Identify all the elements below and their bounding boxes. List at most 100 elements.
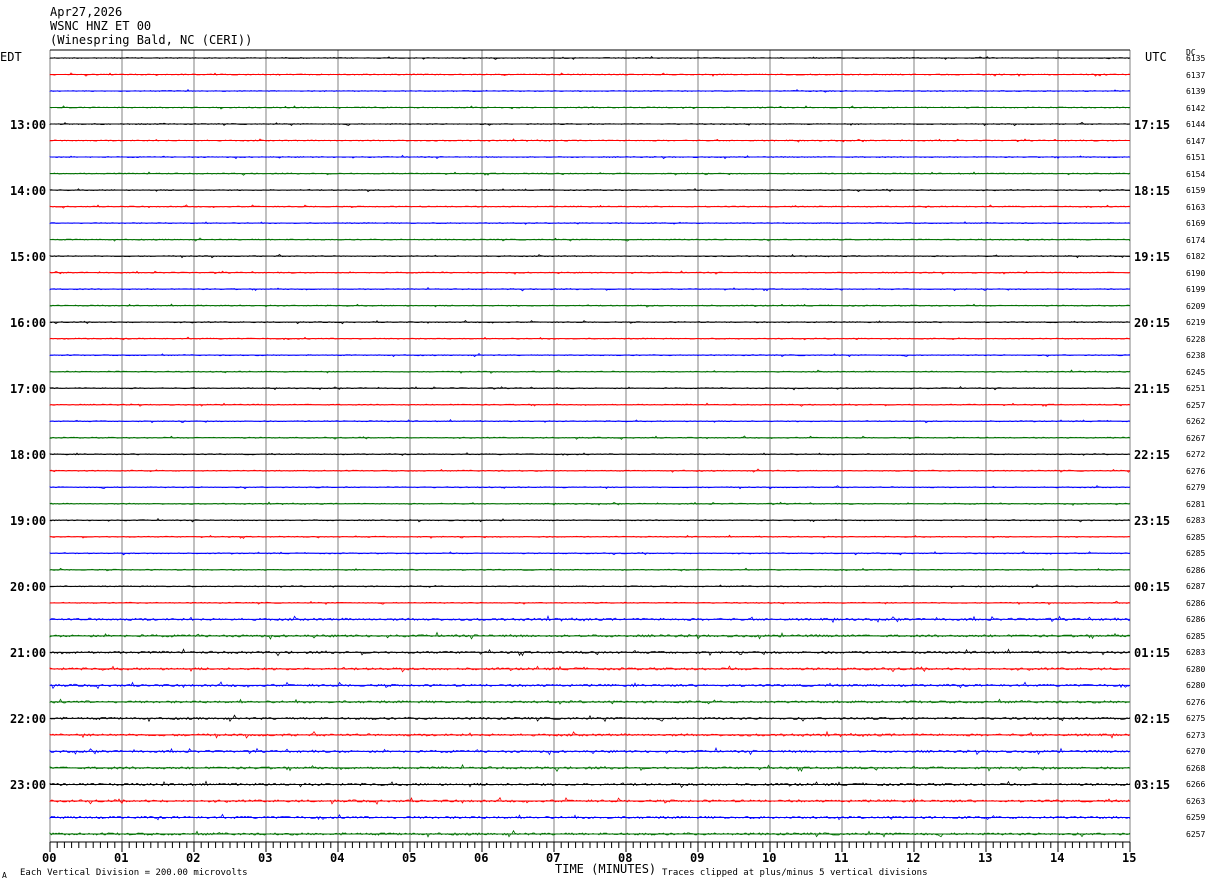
dc-offset-label: 6245: [1186, 367, 1206, 377]
edt-time-label: 17:00: [10, 382, 47, 397]
edt-time-label: 15:00: [10, 250, 47, 265]
edt-time-label: 14:00: [10, 184, 47, 199]
dc-offset-label: 6257: [1186, 400, 1206, 410]
dc-offset-label: 6142: [1186, 103, 1206, 113]
x-tick-label: 06: [474, 851, 489, 865]
seismic-trace: [49, 419, 1131, 424]
dc-offset-label: 6286: [1186, 615, 1206, 625]
x-tick-label: 13: [978, 851, 993, 865]
seismic-trace: [49, 468, 1131, 473]
utc-time-label: 21:15: [1134, 382, 1171, 397]
utc-time-label: 00:15: [1134, 580, 1171, 595]
seismic-trace: [49, 665, 1131, 673]
dc-offset-label: 6182: [1186, 252, 1206, 262]
dc-offset-label: 6268: [1186, 763, 1206, 773]
edt-time-label: 13:00: [10, 118, 47, 133]
dc-offset-label: 6267: [1186, 433, 1206, 443]
edt-time-label: 21:00: [10, 646, 47, 661]
dc-offset-label: 6174: [1186, 235, 1206, 245]
x-tick-label: 11: [834, 851, 849, 865]
seismic-trace: [49, 435, 1131, 440]
utc-time-label: 22:15: [1134, 448, 1171, 463]
helicorder-plot: [49, 49, 1131, 852]
dc-offset-label: 6275: [1186, 714, 1206, 724]
x-tick-label: 00: [42, 851, 57, 865]
seismic-trace: [49, 72, 1130, 77]
dc-offset-label: 6280: [1186, 681, 1206, 691]
edt-time-label: 22:00: [10, 712, 47, 727]
x-tick-label: 05: [402, 851, 417, 865]
dc-offset-label: 6159: [1186, 186, 1206, 196]
x-tick-label: 15: [1122, 851, 1137, 865]
dc-offset-label: 6283: [1186, 648, 1206, 658]
dc-offset-label: 6285: [1186, 631, 1206, 641]
x-tick-label: 01: [114, 851, 129, 865]
utc-time-label: 18:15: [1134, 184, 1171, 199]
dc-offset-label: 6276: [1186, 466, 1206, 476]
dc-offset-label: 6251: [1186, 384, 1206, 394]
dc-offset-label: 6147: [1186, 136, 1206, 146]
dc-offset-label: 6285: [1186, 549, 1206, 559]
edt-time-label: 18:00: [10, 448, 47, 463]
dc-offset-label: 6279: [1186, 483, 1206, 493]
utc-time-label: 17:15: [1134, 118, 1171, 133]
x-tick-label: 09: [690, 851, 705, 865]
dc-offset-label: 6263: [1186, 796, 1206, 806]
seismic-trace: [49, 631, 1131, 640]
seismic-trace: [49, 138, 1131, 143]
dc-offset-label: 6276: [1186, 697, 1206, 707]
dc-offset-label: 6287: [1186, 582, 1206, 592]
dc-offset-label: 6280: [1186, 664, 1206, 674]
x-tick-label: 02: [186, 851, 201, 865]
dc-offset-label: 6139: [1186, 87, 1206, 97]
utc-time-label: 01:15: [1134, 646, 1171, 661]
seismic-trace: [49, 154, 1131, 160]
dc-offset-label: 6281: [1186, 499, 1206, 509]
seismic-trace: [49, 237, 1131, 242]
seismic-trace: [49, 286, 1131, 292]
seismic-trace: [49, 534, 1131, 539]
dc-offset-label: 6190: [1186, 268, 1206, 278]
dc-offset-label: 6272: [1186, 450, 1206, 460]
seismic-trace: [49, 303, 1131, 308]
dc-offset-label: 6209: [1186, 301, 1206, 311]
dc-offset-label: 6154: [1186, 169, 1206, 179]
dc-offset-label: 6163: [1186, 202, 1206, 212]
edt-time-label: 16:00: [10, 316, 47, 331]
dc-offset-label: 6273: [1186, 730, 1206, 740]
dc-offset-label: 6257: [1186, 829, 1206, 839]
corner-mark: A: [2, 871, 7, 880]
scale-note: Each Vertical Division = 200.00 microvol…: [20, 868, 248, 878]
seismic-trace: [49, 452, 1131, 456]
x-axis-title: TIME (MINUTES): [555, 862, 657, 876]
dc-offset-label: 6137: [1186, 70, 1206, 80]
x-tick-label: 03: [258, 851, 273, 865]
utc-time-label: 19:15: [1134, 250, 1171, 265]
edt-time-label: 19:00: [10, 514, 47, 529]
seismic-trace: [49, 385, 1131, 391]
edt-time-label: 23:00: [10, 778, 47, 793]
seismic-trace: [49, 319, 1131, 325]
seismic-trace: [49, 501, 1131, 506]
seismic-trace: [49, 336, 1131, 341]
seismic-trace: [49, 485, 1131, 490]
utc-time-label: 02:15: [1134, 712, 1171, 727]
dc-offset-label: 6238: [1186, 351, 1206, 361]
clip-note: Traces clipped at plus/minus 5 vertical …: [662, 868, 928, 878]
x-tick-label: 04: [330, 851, 345, 865]
x-tick-label: 14: [1050, 851, 1065, 865]
edt-time-label: 20:00: [10, 580, 47, 595]
dc-offset-label: 6266: [1186, 780, 1206, 790]
dc-offset-label: 6219: [1186, 318, 1206, 328]
dc-offset-label: 6286: [1186, 565, 1206, 575]
dc-offset-label: 6199: [1186, 285, 1206, 295]
x-tick-label: 10: [762, 851, 777, 865]
dc-offset-label: 6286: [1186, 598, 1206, 608]
utc-time-label: 20:15: [1134, 316, 1171, 331]
dc-offset-label: 6262: [1186, 417, 1206, 427]
dc-offset-label: 6283: [1186, 516, 1206, 526]
seismic-trace: [49, 188, 1131, 193]
dc-offset-label: 6144: [1186, 120, 1206, 130]
dc-offset-label: 6259: [1186, 813, 1206, 823]
utc-time-label: 23:15: [1134, 514, 1171, 529]
